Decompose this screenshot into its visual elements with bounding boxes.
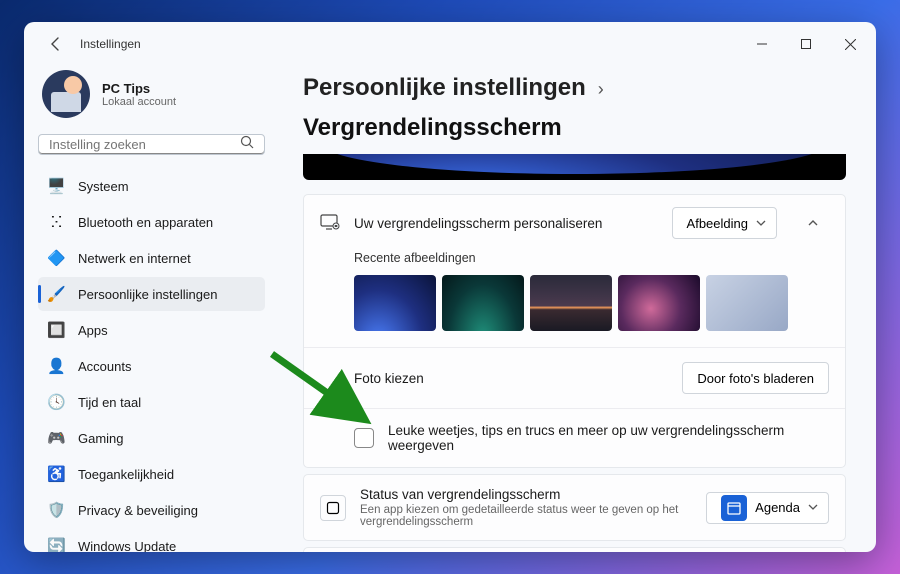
status-sub: Een app kiezen om gedetailleerde status … — [360, 504, 692, 528]
time-lang-icon: 🕓 — [48, 394, 65, 411]
sidebar-item-time-lang[interactable]: 🕓 Tijd en taal — [38, 385, 265, 419]
fun-facts-checkbox[interactable] — [354, 428, 374, 448]
apps-icon: 🔲 — [48, 322, 65, 339]
close-button[interactable] — [828, 26, 872, 62]
accessibility-icon: ♿ — [48, 466, 65, 483]
sidebar-item-label: Netwerk en internet — [78, 251, 191, 266]
avatar — [42, 70, 90, 118]
window-controls — [740, 26, 872, 62]
sidebar-item-label: Apps — [78, 323, 108, 338]
status-app-icon — [320, 495, 346, 521]
bluetooth-icon: ⵘ — [48, 214, 65, 231]
search-input[interactable] — [49, 137, 240, 152]
maximize-button[interactable] — [784, 26, 828, 62]
sidebar-item-apps[interactable]: 🔲 Apps — [38, 313, 265, 347]
personalize-icon: 🖌️ — [48, 286, 65, 303]
wifi-icon: 🔷 — [48, 250, 65, 267]
sidebar-item-wifi[interactable]: 🔷 Netwerk en internet — [38, 241, 265, 275]
accounts-icon: 👤 — [48, 358, 65, 375]
sidebar-item-update[interactable]: 🔄 Windows Update — [38, 529, 265, 552]
sidebar: PC Tips Lokaal account 🖥️ Systeem ⵘ Bluetoo… — [24, 66, 279, 552]
settings-window: Instellingen PC Tips Lokaal account 🖥️ Sy… — [24, 22, 876, 552]
gaming-icon: 🎮 — [48, 430, 65, 447]
update-icon: 🔄 — [48, 538, 65, 553]
sidebar-item-label: Privacy & beveiliging — [78, 503, 198, 518]
lockscreen-status-card: Status van vergrendelingsscherm Een app … — [303, 474, 846, 541]
lock-screen-preview[interactable] — [303, 154, 846, 180]
chevron-right-icon: › — [598, 79, 604, 100]
signin-background-card: De achtergrondafbeelding voor het vergre… — [303, 547, 846, 552]
fun-facts-label: Leuke weetjes, tips en trucs en meer op … — [388, 423, 829, 453]
sidebar-item-accessibility[interactable]: ♿ Toegankelijkheid — [38, 457, 265, 491]
collapse-button[interactable] — [797, 207, 829, 239]
sidebar-item-bluetooth[interactable]: ⵘ Bluetooth en apparaten — [38, 205, 265, 239]
calendar-icon — [721, 495, 747, 521]
personalize-title: Uw vergrendelingsscherm personaliseren — [354, 216, 658, 231]
chevron-down-icon — [808, 500, 818, 515]
recent-images-label: Recente afbeeldingen — [354, 251, 829, 265]
sidebar-item-label: Gaming — [78, 431, 124, 446]
sidebar-item-privacy[interactable]: 🛡️ Privacy & beveiliging — [38, 493, 265, 527]
sidebar-item-label: Toegankelijkheid — [78, 467, 174, 482]
sidebar-item-label: Systeem — [78, 179, 129, 194]
sidebar-item-personalize[interactable]: 🖌️ Persoonlijke instellingen — [38, 277, 265, 311]
sidebar-item-label: Bluetooth en apparaten — [78, 215, 213, 230]
thumbnail[interactable] — [530, 275, 612, 331]
breadcrumb-parent[interactable]: Persoonlijke instellingen — [303, 74, 586, 102]
sidebar-item-system[interactable]: 🖥️ Systeem — [38, 169, 265, 203]
sidebar-item-label: Accounts — [78, 359, 131, 374]
search-icon — [240, 135, 254, 154]
browse-photos-button[interactable]: Door foto's bladeren — [682, 362, 829, 394]
sidebar-item-gaming[interactable]: 🎮 Gaming — [38, 421, 265, 455]
minimize-button[interactable] — [740, 26, 784, 62]
nav: 🖥️ Systeem ⵘ Bluetooth en apparaten 🔷 Netwerk… — [38, 169, 265, 552]
system-icon: 🖥️ — [48, 178, 65, 195]
status-app-dropdown[interactable]: Agenda — [706, 492, 829, 524]
status-title: Status van vergrendelingsscherm — [360, 487, 692, 502]
main-content: Persoonlijke instellingen › Vergrendelin… — [279, 66, 876, 552]
breadcrumb: Persoonlijke instellingen › Vergrendelin… — [303, 74, 846, 142]
privacy-icon: 🛡️ — [48, 502, 65, 519]
sidebar-item-label: Windows Update — [78, 539, 176, 553]
monitor-lock-icon — [320, 213, 340, 233]
search-box[interactable] — [38, 134, 265, 155]
choose-photo-label: Foto kiezen — [354, 371, 424, 386]
sidebar-item-label: Tijd en taal — [78, 395, 141, 410]
recent-thumbnails — [354, 275, 829, 331]
thumbnail[interactable] — [618, 275, 700, 331]
profile-name: PC Tips — [102, 81, 176, 96]
chevron-down-icon — [756, 216, 766, 231]
profile-sub: Lokaal account — [102, 96, 176, 108]
dropdown-value: Afbeelding — [687, 216, 748, 231]
personalize-lockscreen-card: Uw vergrendelingsscherm personaliseren A… — [303, 194, 846, 468]
thumbnail[interactable] — [706, 275, 788, 331]
sidebar-item-label: Persoonlijke instellingen — [78, 287, 217, 302]
titlebar: Instellingen — [24, 22, 876, 66]
app-title: Instellingen — [74, 37, 141, 51]
sidebar-item-accounts[interactable]: 👤 Accounts — [38, 349, 265, 383]
back-button[interactable] — [38, 26, 74, 62]
thumbnail[interactable] — [442, 275, 524, 331]
profile-block[interactable]: PC Tips Lokaal account — [38, 66, 265, 134]
dropdown-value: Agenda — [755, 500, 800, 515]
breadcrumb-current: Vergrendelingsscherm — [303, 114, 562, 142]
background-type-dropdown[interactable]: Afbeelding — [672, 207, 777, 239]
thumbnail[interactable] — [354, 275, 436, 331]
